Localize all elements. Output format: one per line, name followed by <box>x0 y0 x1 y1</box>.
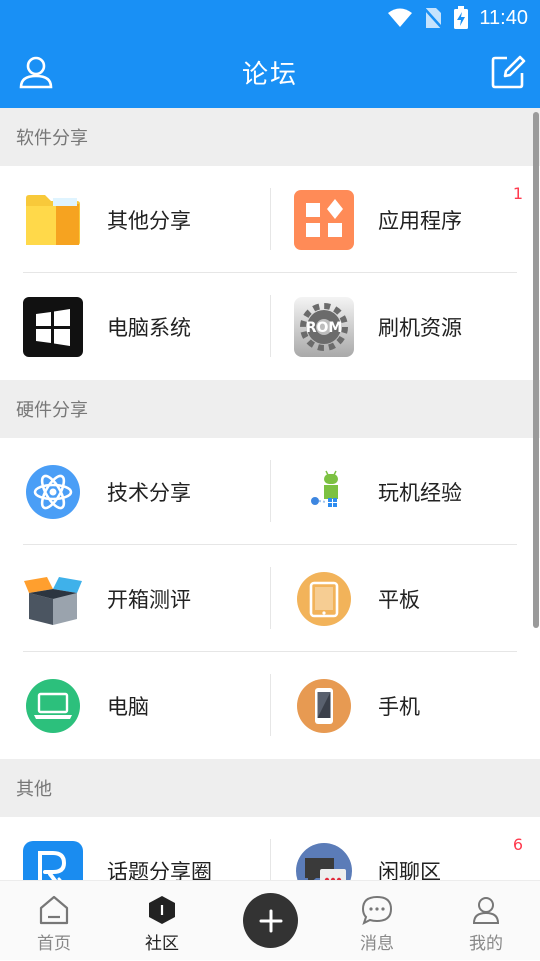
plus-icon <box>259 909 282 932</box>
forum-label: 玩机经验 <box>378 480 462 505</box>
compose-icon[interactable] <box>490 54 526 90</box>
forum-item-rom-resources[interactable]: ROM 刷机资源 <box>270 273 540 380</box>
forum-row: 开箱测评 平板 <box>0 545 540 652</box>
tab-label: 首页 <box>37 934 71 954</box>
tab-label: 社区 <box>145 934 179 954</box>
tab-label: 消息 <box>360 934 394 954</box>
profile-icon[interactable] <box>18 54 54 90</box>
battery-charging-icon <box>454 6 469 29</box>
status-bar: 11:40 <box>0 0 540 36</box>
forum-item-chat[interactable]: 闲聊区 6 <box>270 817 540 880</box>
section-header: 软件分享 <box>0 108 540 166</box>
topic-icon <box>23 840 83 880</box>
forum-item-topic-circle[interactable]: 话题分享圈 <box>0 817 270 880</box>
forum-list[interactable]: 软件分享 其他分享 应用程序 1 电脑系统 ROM 刷机资源 硬件分享 技术分享… <box>0 108 540 880</box>
new-post-button[interactable] <box>243 893 298 948</box>
tablet-icon <box>297 571 351 626</box>
svg-text:ROM: ROM <box>306 320 343 336</box>
forum-label: 电脑 <box>107 694 149 719</box>
forum-row: 技术分享 玩机经验 <box>0 438 540 545</box>
tab-home[interactable]: 首页 <box>9 881 99 961</box>
forum-item-pc-system[interactable]: 电脑系统 <box>0 273 270 380</box>
phone-icon <box>297 678 351 733</box>
forum-label: 平板 <box>378 587 420 612</box>
section-header: 硬件分享 <box>0 380 540 438</box>
tab-label: 我的 <box>469 934 503 954</box>
forum-label: 刷机资源 <box>378 315 462 340</box>
scrollbar[interactable] <box>533 112 539 628</box>
forum-item-tablet[interactable]: 平板 <box>270 545 540 652</box>
user-icon <box>472 897 500 924</box>
forum-label: 话题分享圈 <box>107 859 212 881</box>
folder-icon <box>26 194 80 245</box>
forum-row: 电脑 手机 <box>0 652 540 759</box>
home-icon <box>39 895 69 925</box>
rom-gear-icon: ROM <box>294 296 354 357</box>
section-header: 其他 <box>0 759 540 817</box>
tab-messages[interactable]: 消息 <box>332 881 422 961</box>
forum-item-other-share[interactable]: 其他分享 <box>0 166 270 273</box>
forum-row: 其他分享 应用程序 1 <box>0 166 540 273</box>
tab-community[interactable]: 社区 <box>117 881 207 961</box>
wifi-icon <box>388 8 413 27</box>
laptop-icon <box>26 678 80 733</box>
forum-item-phone[interactable]: 手机 <box>270 652 540 759</box>
apps-icon <box>294 189 354 250</box>
chat-icon <box>296 842 352 880</box>
forum-label: 其他分享 <box>107 208 191 233</box>
app-bar: 论坛 <box>0 36 540 108</box>
forum-row: 话题分享圈 闲聊区 6 <box>0 817 540 880</box>
message-bubble-icon <box>361 895 393 925</box>
open-box-icon <box>24 576 82 625</box>
unread-badge: 1 <box>512 184 523 203</box>
forum-label: 应用程序 <box>378 208 462 233</box>
forum-row: 电脑系统 ROM 刷机资源 <box>0 273 540 380</box>
no-sim-icon <box>423 7 444 29</box>
forum-item-unboxing[interactable]: 开箱测评 <box>0 545 270 652</box>
windows-icon <box>23 296 83 357</box>
forum-label: 闲聊区 <box>378 859 441 881</box>
forum-label: 技术分享 <box>107 480 191 505</box>
page-title: 论坛 <box>241 59 298 90</box>
android-icon <box>311 470 338 507</box>
tab-mine[interactable]: 我的 <box>441 881 531 961</box>
atom-icon <box>26 464 80 519</box>
forum-label: 开箱测评 <box>107 587 191 612</box>
forum-label: 手机 <box>378 694 420 719</box>
forum-item-play-experience[interactable]: 玩机经验 <box>270 438 540 545</box>
unread-badge: 6 <box>512 835 523 854</box>
forum-item-tech-share[interactable]: 技术分享 <box>0 438 270 545</box>
forum-label: 电脑系统 <box>107 315 191 340</box>
community-hexagon-icon <box>149 896 175 924</box>
forum-item-computer[interactable]: 电脑 <box>0 652 270 759</box>
status-time: 11:40 <box>479 6 528 29</box>
forum-item-apps[interactable]: 应用程序 1 <box>270 166 540 273</box>
